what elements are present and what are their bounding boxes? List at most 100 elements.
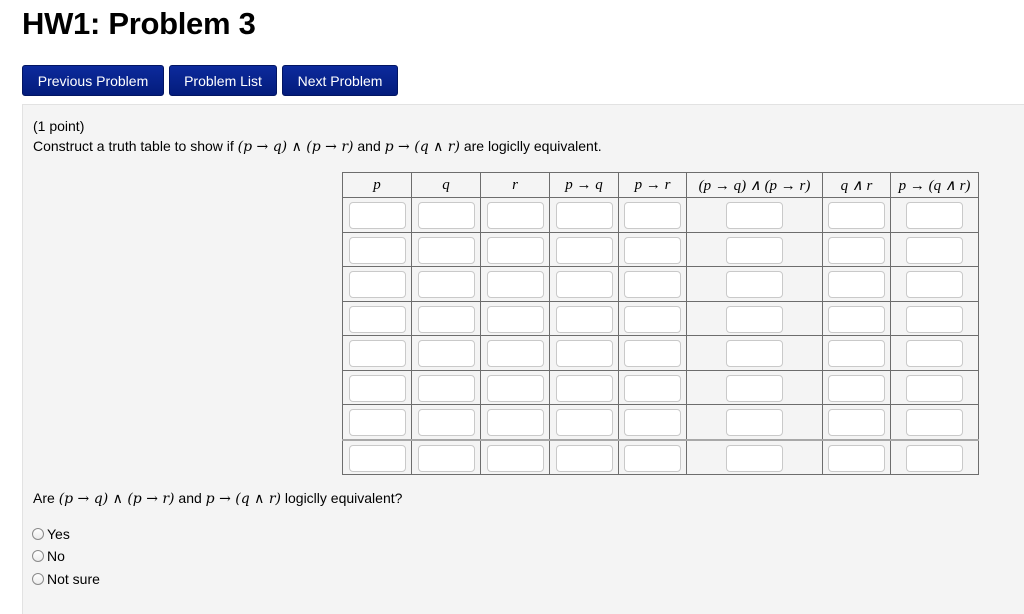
answer-input-p-implies-r[interactable] [624, 271, 681, 299]
table-cell-q [411, 335, 481, 371]
answer-input-p-implies-q-and-r[interactable] [906, 271, 963, 299]
answer-input-p-implies-r[interactable] [624, 409, 681, 437]
answer-input-p-implies-q-and-r[interactable] [906, 236, 963, 264]
answer-input-p[interactable] [348, 236, 406, 264]
answer-input-r[interactable] [486, 271, 544, 299]
answer-input-p[interactable] [348, 374, 406, 402]
answer-input-q-and-r[interactable] [828, 444, 885, 472]
answer-input-p-implies-q-and-r[interactable] [906, 202, 963, 230]
table-cell-q-and-r [822, 300, 891, 336]
answer-input-q-and-r[interactable] [828, 236, 885, 264]
answer-input-r[interactable] [486, 305, 544, 333]
answer-input-q-and-r[interactable] [828, 202, 885, 230]
table-cell-conjunction-of-implications [686, 369, 823, 405]
table-cell-q [411, 369, 481, 405]
answer-input-p-implies-q-and-r[interactable] [906, 340, 963, 368]
answer-input-q[interactable] [417, 271, 475, 299]
answer-input-p[interactable] [348, 409, 406, 437]
answer-input-conjunction-of-implications[interactable] [726, 374, 783, 402]
table-cell-q-and-r [822, 197, 891, 233]
header-conjunction-of-implications: (p → q) ∧ (p → r) [686, 172, 823, 198]
table-cell-p [342, 197, 412, 233]
answer-input-q[interactable] [417, 305, 475, 333]
answer-input-r[interactable] [486, 444, 544, 472]
header-q-and-r: q ∧ r [822, 172, 891, 198]
answer-input-p-implies-q-and-r[interactable] [906, 444, 963, 472]
answer-input-p-implies-r[interactable] [624, 444, 681, 472]
next-problem-button[interactable]: Next Problem [282, 65, 398, 96]
answer-input-p-implies-q[interactable] [555, 340, 613, 368]
answer-input-conjunction-of-implications[interactable] [726, 409, 783, 437]
answer-input-p-implies-q-and-r[interactable] [906, 374, 963, 402]
answer-input-r[interactable] [486, 340, 544, 368]
answer-input-q-and-r[interactable] [828, 340, 885, 368]
answer-input-conjunction-of-implications[interactable] [726, 305, 783, 333]
answer-input-p-implies-r[interactable] [624, 236, 681, 264]
answer-input-p-implies-r[interactable] [624, 305, 681, 333]
option-not-sure[interactable]: Not sure [32, 571, 100, 587]
option-yes[interactable]: Yes [32, 526, 70, 542]
table-cell-conjunction-of-implications [686, 197, 823, 233]
table-cell-r [480, 197, 550, 233]
answer-input-q-and-r[interactable] [828, 271, 885, 299]
table-cell-q-and-r [822, 369, 891, 405]
answer-input-p-implies-q-and-r[interactable] [906, 409, 963, 437]
answer-input-conjunction-of-implications[interactable] [726, 340, 783, 368]
table-cell-q [411, 266, 481, 302]
answer-input-conjunction-of-implications[interactable] [726, 236, 783, 264]
answer-input-p-implies-r[interactable] [624, 202, 681, 230]
table-cell-p [342, 300, 412, 336]
option-no[interactable]: No [32, 548, 65, 564]
answer-input-p-implies-q[interactable] [555, 271, 613, 299]
answer-input-q-and-r[interactable] [828, 374, 885, 402]
table-cell-p-implies-q-and-r [890, 404, 979, 440]
answer-input-p[interactable] [348, 271, 406, 299]
answer-input-q[interactable] [417, 202, 475, 230]
answer-input-p-implies-r[interactable] [624, 374, 681, 402]
table-cell-q-and-r [822, 335, 891, 371]
answer-input-p-implies-q[interactable] [555, 374, 613, 402]
answer-input-r[interactable] [486, 374, 544, 402]
table-cell-r [480, 231, 550, 267]
answer-input-r[interactable] [486, 409, 544, 437]
answer-input-r[interactable] [486, 236, 544, 264]
expression-2: p → (q ∧ r) [384, 139, 460, 155]
problem-list-button[interactable]: Problem List [169, 65, 277, 96]
answer-input-q-and-r[interactable] [828, 409, 885, 437]
table-cell-p [342, 438, 412, 475]
answer-input-conjunction-of-implications[interactable] [726, 444, 783, 472]
radio-no[interactable] [32, 550, 44, 562]
table-cell-r [480, 369, 550, 405]
answer-input-q[interactable] [417, 409, 475, 437]
answer-input-q[interactable] [417, 374, 475, 402]
table-cell-q [411, 197, 481, 233]
answer-input-conjunction-of-implications[interactable] [726, 271, 783, 299]
answer-input-conjunction-of-implications[interactable] [726, 202, 783, 230]
answer-input-q-and-r[interactable] [828, 305, 885, 333]
table-row [342, 231, 979, 267]
table-cell-p-implies-q [549, 404, 619, 440]
table-cell-p-implies-q [549, 369, 619, 405]
table-cell-q-and-r [822, 266, 891, 302]
answer-input-p-implies-q[interactable] [555, 444, 613, 472]
answer-input-q[interactable] [417, 444, 475, 472]
answer-input-p-implies-q[interactable] [555, 409, 613, 437]
answer-input-p[interactable] [348, 202, 406, 230]
answer-input-q[interactable] [417, 340, 475, 368]
answer-input-p[interactable] [348, 305, 406, 333]
answer-input-p-implies-q-and-r[interactable] [906, 305, 963, 333]
truth-table-body [342, 197, 979, 475]
header-p-implies-r: p → r [618, 172, 687, 198]
answer-input-p-implies-q[interactable] [555, 236, 613, 264]
answer-input-p[interactable] [348, 340, 406, 368]
answer-input-p[interactable] [348, 444, 406, 472]
answer-input-p-implies-q[interactable] [555, 305, 613, 333]
radio-yes[interactable] [32, 528, 44, 540]
table-row [342, 369, 979, 405]
answer-input-q[interactable] [417, 236, 475, 264]
previous-problem-button[interactable]: Previous Problem [22, 65, 164, 96]
answer-input-p-implies-r[interactable] [624, 340, 681, 368]
radio-not-sure[interactable] [32, 573, 44, 585]
answer-input-r[interactable] [486, 202, 544, 230]
answer-input-p-implies-q[interactable] [555, 202, 613, 230]
